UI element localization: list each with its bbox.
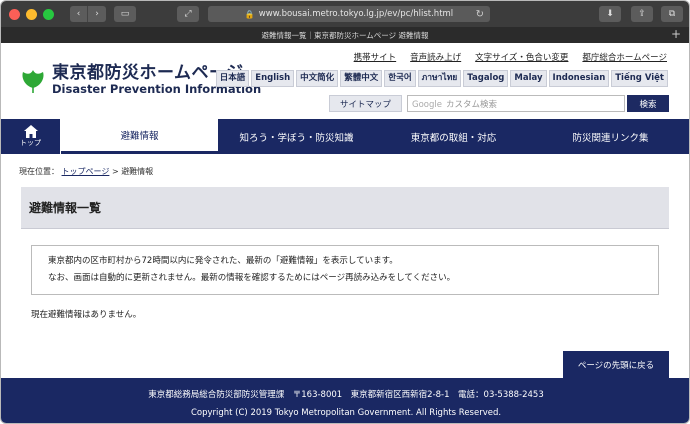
nav-links[interactable]: 防災関連リンク集 [532, 119, 689, 154]
lang-japanese[interactable]: 日本語 [215, 70, 250, 87]
fullscreen-icon[interactable]: ⤢ [177, 6, 199, 22]
no-info-message: 現在避難情報はありません。 [31, 310, 142, 320]
forward-icon[interactable]: › [88, 6, 106, 22]
lang-english[interactable]: English [251, 70, 295, 87]
address-bar[interactable]: 🔒 www.bousai.metro.tokyo.lg.jp/ev/pc/hli… [208, 6, 490, 22]
lang-vietnamese[interactable]: Tiếng Việt [611, 70, 668, 87]
nav-home[interactable]: トップ [1, 119, 61, 154]
lang-tagalog[interactable]: Tagalog [463, 70, 509, 87]
share-icon[interactable]: ⇪ [631, 6, 653, 22]
utility-links: 携帯サイト 音声読み上げ 文字サイズ・色合い変更 都庁総合ホームページ [354, 51, 667, 63]
notice-line-1: 東京都内の区市町村から72時間以内に発令された、最新の「避難情報」を表示していま… [48, 256, 398, 266]
minimize-window-button[interactable] [26, 8, 37, 20]
ginkgo-logo-icon [22, 69, 44, 93]
download-icon[interactable]: ⬇ [599, 6, 621, 22]
search-brand: Google [412, 100, 442, 110]
search-row: サイトマップ Google カスタム検索 検索 [328, 95, 669, 112]
new-tab-icon[interactable]: + [671, 27, 681, 41]
notice-line-2: なお、画面は自動的に更新されません。最新の情報を確認するためにはページ再読み込み… [48, 273, 456, 283]
search-button[interactable]: 検索 [627, 95, 669, 112]
lang-thai[interactable]: ภาษาไทย [417, 70, 462, 87]
tab-bar: 避難情報一覧｜東京都防災ホームページ 避難情報 + [1, 27, 689, 43]
lock-icon: 🔒 [244, 9, 255, 19]
site-header: 東京都防災ホームページ Disaster Prevention Informat… [1, 43, 689, 119]
history-buttons: ‹ › [70, 6, 106, 22]
nav-evacuation-info[interactable]: 避難情報 [61, 119, 218, 154]
site-footer: 東京都総務局総合防災部防災管理課 〒163-8001 東京都新宿区西新宿2-8-… [1, 378, 689, 423]
back-icon[interactable]: ‹ [70, 6, 88, 22]
breadcrumb-top-link[interactable]: トップページ [62, 167, 110, 176]
reload-icon[interactable]: ↻ [476, 9, 484, 20]
search-input[interactable]: Google カスタム検索 [407, 95, 625, 112]
sidebar-icon[interactable]: ▭ [114, 6, 136, 22]
text-size-color-link[interactable]: 文字サイズ・色合い変更 [475, 51, 568, 63]
browser-window: ‹ › ▭ ⤢ 🔒 www.bousai.metro.tokyo.lg.jp/e… [0, 0, 690, 424]
close-window-button[interactable] [9, 8, 20, 20]
lang-korean[interactable]: 한국어 [384, 70, 416, 87]
nav-home-label: トップ [20, 139, 41, 147]
url-text: www.bousai.metro.tokyo.lg.jp/ev/pc/hlist… [258, 9, 454, 19]
nav-tokyo-efforts[interactable]: 東京都の取組・対応 [375, 119, 532, 154]
page-title: 避難情報一覧 [21, 187, 669, 229]
tokyo-gov-home-link[interactable]: 都庁総合ホームページ [582, 51, 667, 63]
tabs-icon[interactable]: ⧉ [661, 6, 683, 22]
browser-toolbar: ‹ › ▭ ⤢ 🔒 www.bousai.metro.tokyo.lg.jp/e… [1, 1, 689, 27]
sitemap-button[interactable]: サイトマップ [328, 95, 402, 112]
lang-indonesian[interactable]: Indonesian [548, 70, 610, 87]
back-to-top-button[interactable]: ページの先頭に戻る [563, 351, 669, 378]
notice-box: 東京都内の区市町村から72時間以内に発令された、最新の「避難情報」を表示していま… [31, 245, 659, 295]
breadcrumb-separator: > [111, 167, 119, 176]
main-nav: トップ 避難情報 知ろう・学ぼう・防災知識 東京都の取組・対応 防災関連リンク集 [1, 119, 689, 154]
lang-chinese-traditional[interactable]: 繁體中文 [340, 70, 383, 87]
breadcrumb: 現在位置： トップページ > 避難情報 [1, 154, 689, 177]
mobile-site-link[interactable]: 携帯サイト [354, 51, 397, 63]
tab-title[interactable]: 避難情報一覧｜東京都防災ホームページ 避難情報 [261, 30, 428, 41]
footer-address: 東京都総務局総合防災部防災管理課 〒163-8001 東京都新宿区西新宿2-8-… [148, 390, 544, 400]
zoom-window-button[interactable] [43, 8, 54, 20]
home-icon [23, 125, 38, 138]
language-selector: 日本語 English 中文简化 繁體中文 한국어 ภาษาไทย Tagalo… [214, 70, 668, 87]
lang-chinese-simplified[interactable]: 中文简化 [296, 70, 339, 87]
voice-reader-link[interactable]: 音声読み上げ [410, 51, 461, 63]
footer-copyright: Copyright (C) 2019 Tokyo Metropolitan Go… [190, 408, 502, 418]
breadcrumb-prefix: 現在位置： [19, 167, 59, 176]
nav-learn-knowledge[interactable]: 知ろう・学ぼう・防災知識 [218, 119, 375, 154]
lang-malay[interactable]: Malay [510, 70, 547, 87]
breadcrumb-current: 避難情報 [121, 167, 154, 176]
search-placeholder: カスタム検索 [445, 100, 497, 110]
